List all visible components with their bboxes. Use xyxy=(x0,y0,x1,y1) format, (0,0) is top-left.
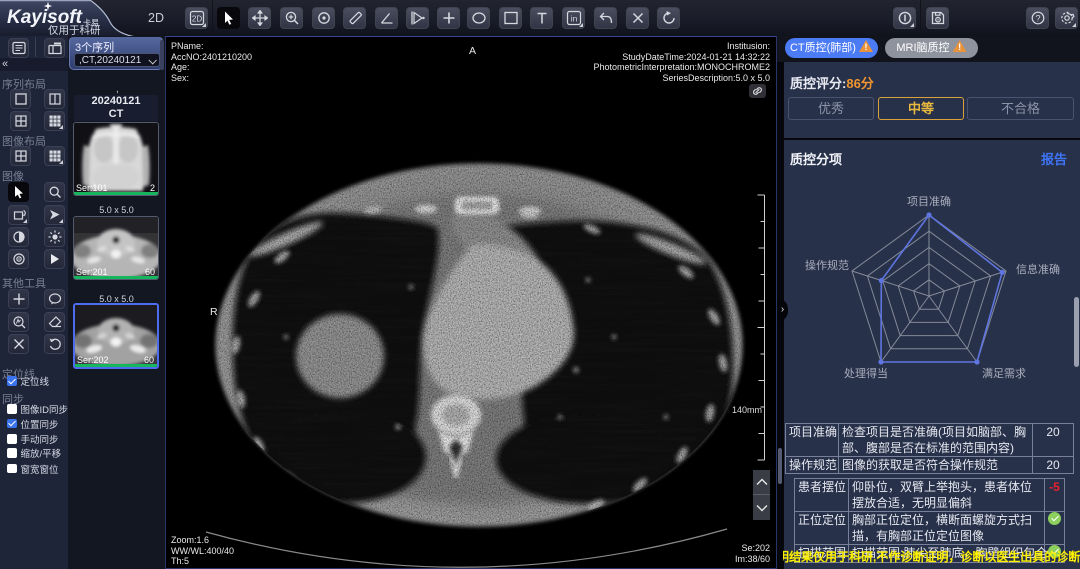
svg-text:信息准确: 信息准确 xyxy=(1016,262,1060,276)
svg-text:仅用于科研: 仅用于科研 xyxy=(48,24,101,37)
svg-text:操作规范: 操作规范 xyxy=(805,258,849,272)
svg-text:处理得当: 处理得当 xyxy=(844,366,888,380)
svg-text:in: in xyxy=(570,14,577,24)
svg-text:项目准确: 项目准确 xyxy=(907,195,951,208)
svg-text:?: ? xyxy=(1035,13,1040,23)
svg-text:2D: 2D xyxy=(191,15,201,24)
svg-text:满足需求: 满足需求 xyxy=(982,367,1026,380)
svg-text:140mm: 140mm xyxy=(732,405,762,415)
